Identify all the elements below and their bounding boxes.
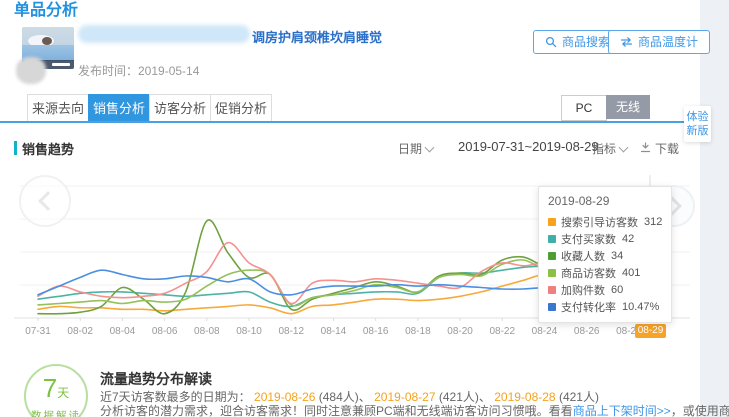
tooltip-metric-value: 312 <box>644 216 662 228</box>
analysis-tabs: 来源去向 销售分析 访客分析 促销分析 <box>28 94 272 123</box>
tab-underline <box>0 121 702 123</box>
x-axis-tick-label: 08-10 <box>236 326 262 337</box>
chevron-down-icon <box>619 142 629 152</box>
legend-swatch <box>548 235 556 243</box>
chevron-down-icon <box>425 142 435 152</box>
section-title: 销售趋势 <box>22 139 74 158</box>
tab-sales-analysis[interactable]: 销售分析 <box>88 94 150 123</box>
download-button[interactable]: 下载 <box>640 140 679 157</box>
x-axis-tick-label: 08-14 <box>321 326 347 337</box>
tooltip-row: 支付转化率 10.47% <box>548 298 662 315</box>
insight-title: 流量趋势分布解读 <box>100 369 212 389</box>
search-icon <box>545 36 557 48</box>
tooltip-metric-label: 商品访客数 <box>561 265 616 281</box>
x-axis-tick-label: 08-02 <box>67 326 93 337</box>
tooltip-metric-label: 搜索引导访客数 <box>561 214 638 230</box>
x-axis-tick-label: 08-24 <box>532 326 558 337</box>
x-axis-tick-label: 08-12 <box>278 326 304 337</box>
x-axis-tick-label: 07-31 <box>25 326 51 337</box>
single-product-analysis-page: 单品分析 调房护肩颈椎坎肩睡觉 发布时间：2019-05-14 商品搜索 商品温… <box>0 0 729 417</box>
product-thermometer-button[interactable]: 商品温度计 <box>608 30 710 54</box>
page-title: 单品分析 <box>14 0 78 20</box>
date-dropdown[interactable]: 日期 <box>398 140 433 157</box>
x-axis-tick-label: 08-26 <box>574 326 600 337</box>
shelf-time-link[interactable]: 商品上下架时间>> <box>573 404 671 417</box>
x-axis-tick-label: 08-06 <box>152 326 178 337</box>
redacted-product-title <box>78 25 250 43</box>
date-range-value[interactable]: 2019-07-31~2019-08-29 <box>458 139 599 154</box>
section-accent-bar <box>14 141 17 155</box>
x-axis-labels: 07-31 08-02 08-04 08-06 08-08 08-10 08-12 08-14… <box>0 326 700 340</box>
tab-visitor-analysis[interactable]: 访客分析 <box>149 94 211 123</box>
tooltip-row: 支付买家数 42 <box>548 230 662 247</box>
tooltip-metric-value: 34 <box>611 250 623 262</box>
tooltip-row: 搜索引导访客数 312 <box>548 213 662 230</box>
x-axis-tick-label: 08-20 <box>447 326 473 337</box>
x-axis-tick-label: 08-08 <box>194 326 220 337</box>
chart-prev-button[interactable] <box>19 175 71 227</box>
x-axis-tick-label: 08-04 <box>110 326 136 337</box>
metric-dropdown[interactable]: 指标 <box>592 140 627 157</box>
legend-swatch <box>548 218 556 226</box>
tooltip-date: 2019-08-29 <box>548 194 662 208</box>
chart-tooltip: 2019-08-29 搜索引导访客数 312 支付买家数 42 收藏人数 34 商品访客数 4… <box>538 186 672 323</box>
redacted-avatar <box>16 57 46 84</box>
x-axis-tick-label: 08-18 <box>405 326 431 337</box>
tab-source-destination[interactable]: 来源去向 <box>27 94 89 123</box>
seven-day-badge: 7天 数据解读 <box>24 364 88 417</box>
x-axis-highlight-tag[interactable]: 08-29 <box>635 324 666 338</box>
tooltip-metric-value: 401 <box>622 267 640 279</box>
tooltip-row: 加购件数 60 <box>548 281 662 298</box>
legend-swatch <box>548 252 556 260</box>
legend-swatch <box>548 286 556 294</box>
product-title-link[interactable]: 调房护肩颈椎坎肩睡觉 <box>252 27 382 46</box>
legend-swatch <box>548 303 556 311</box>
tooltip-metric-label: 支付转化率 <box>561 299 616 315</box>
tooltip-metric-value: 10.47% <box>622 301 659 313</box>
experience-new-version-tab[interactable]: 体验新版 <box>684 106 711 142</box>
tooltip-metric-label: 加购件数 <box>561 282 605 298</box>
tooltip-metric-value: 60 <box>611 284 623 296</box>
tooltip-rows: 搜索引导访客数 312 支付买家数 42 收藏人数 34 商品访客数 401 加购件数 60 支付转… <box>548 213 662 315</box>
x-axis-tick-label: 08-22 <box>489 326 515 337</box>
tooltip-metric-label: 收藏人数 <box>561 248 605 264</box>
tab-promotion-analysis[interactable]: 促销分析 <box>210 94 272 123</box>
tooltip-metric-value: 42 <box>622 233 634 245</box>
tooltip-row: 收藏人数 34 <box>548 247 662 264</box>
badge-caption: 数据解读 <box>26 408 86 417</box>
publish-time: 发布时间：2019-05-14 <box>78 62 199 79</box>
device-toggle-wireless[interactable]: 无线 <box>606 95 650 119</box>
x-axis-tick-label: 08-16 <box>363 326 389 337</box>
chevron-left-icon <box>38 191 58 211</box>
download-icon <box>640 142 651 156</box>
tooltip-metric-label: 支付买家数 <box>561 231 616 247</box>
exchange-icon <box>620 36 633 48</box>
insight-line2: 分析访客的潜力需求，迎合访客需求！同时注意兼顾PC端和无线端访客访问习惯哦。看看… <box>100 402 729 417</box>
device-toggle-pc[interactable]: PC <box>561 95 607 121</box>
legend-swatch <box>548 269 556 277</box>
tooltip-row: 商品访客数 401 <box>548 264 662 281</box>
page-side-band <box>700 0 729 417</box>
